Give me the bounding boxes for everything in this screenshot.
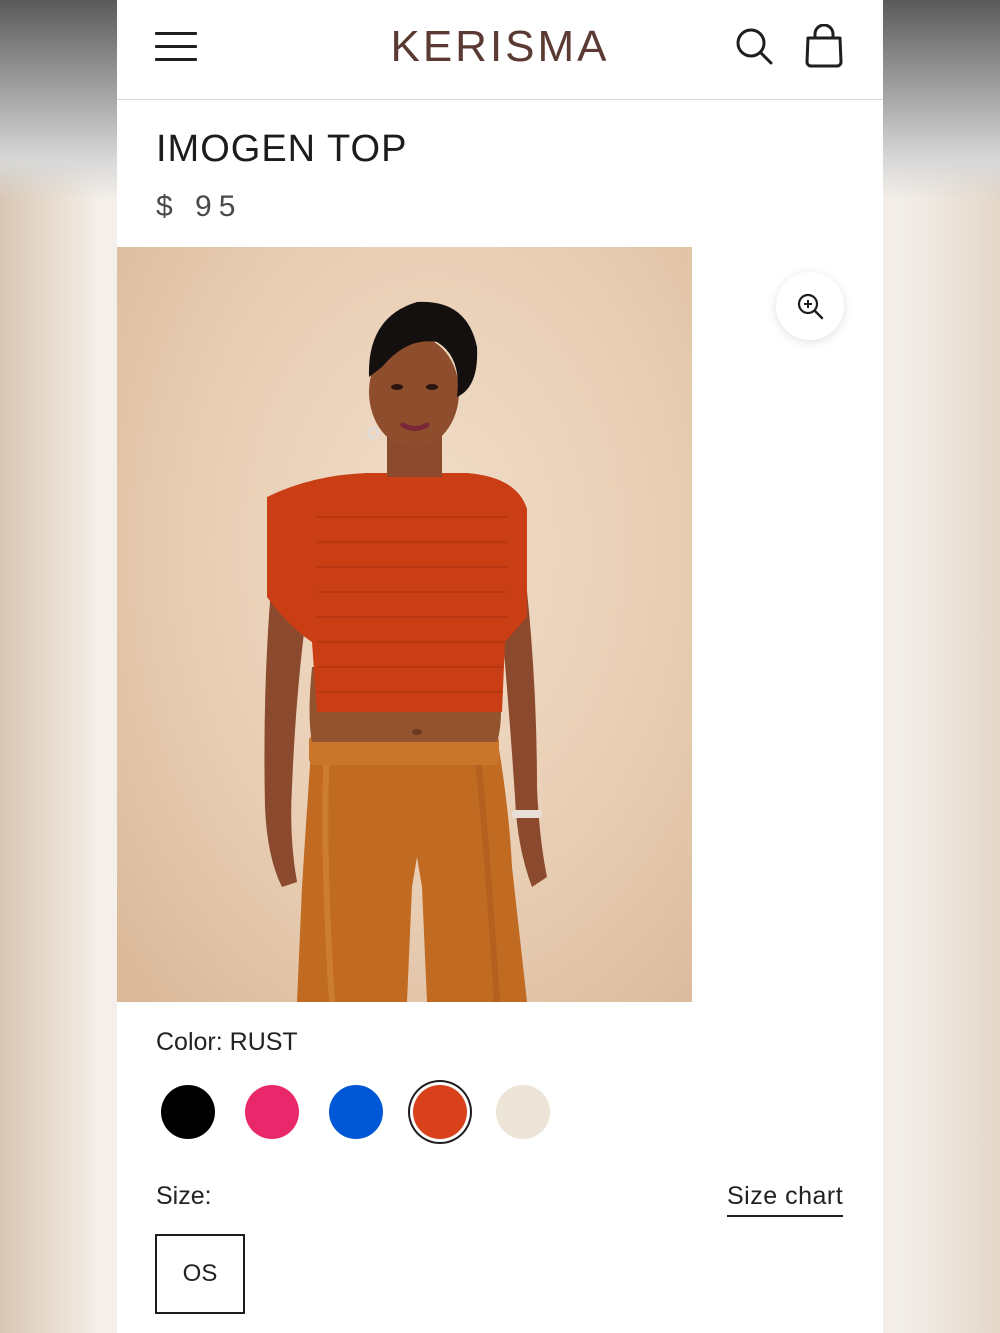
color-swatch-cream[interactable] bbox=[496, 1085, 550, 1139]
color-swatch-black[interactable] bbox=[161, 1085, 215, 1139]
color-swatch-rust[interactable] bbox=[413, 1085, 467, 1139]
color-swatch-pink[interactable] bbox=[245, 1085, 299, 1139]
color-label: Color: RUST bbox=[156, 1028, 298, 1057]
product-photo[interactable] bbox=[117, 247, 692, 1002]
size-option-os[interactable]: OS bbox=[155, 1234, 245, 1314]
product-title: IMOGEN TOP bbox=[156, 128, 408, 170]
zoom-in-icon bbox=[797, 293, 824, 320]
size-chart-link[interactable]: Size chart bbox=[727, 1182, 844, 1217]
shopping-bag-icon[interactable] bbox=[803, 24, 845, 68]
color-swatch-blue[interactable] bbox=[329, 1085, 383, 1139]
model-illustration bbox=[264, 301, 547, 1002]
product-page: KERISMA IMOGEN TOP $ 95 Color: RUST Size… bbox=[117, 0, 883, 1333]
product-price: $ 95 bbox=[156, 190, 243, 223]
search-icon[interactable] bbox=[734, 26, 774, 66]
color-label-text: Color: bbox=[156, 1028, 223, 1056]
zoom-button[interactable] bbox=[776, 272, 844, 340]
size-label: Size: bbox=[156, 1182, 212, 1210]
site-header: KERISMA bbox=[117, 0, 883, 100]
selected-color-name: RUST bbox=[229, 1028, 298, 1056]
